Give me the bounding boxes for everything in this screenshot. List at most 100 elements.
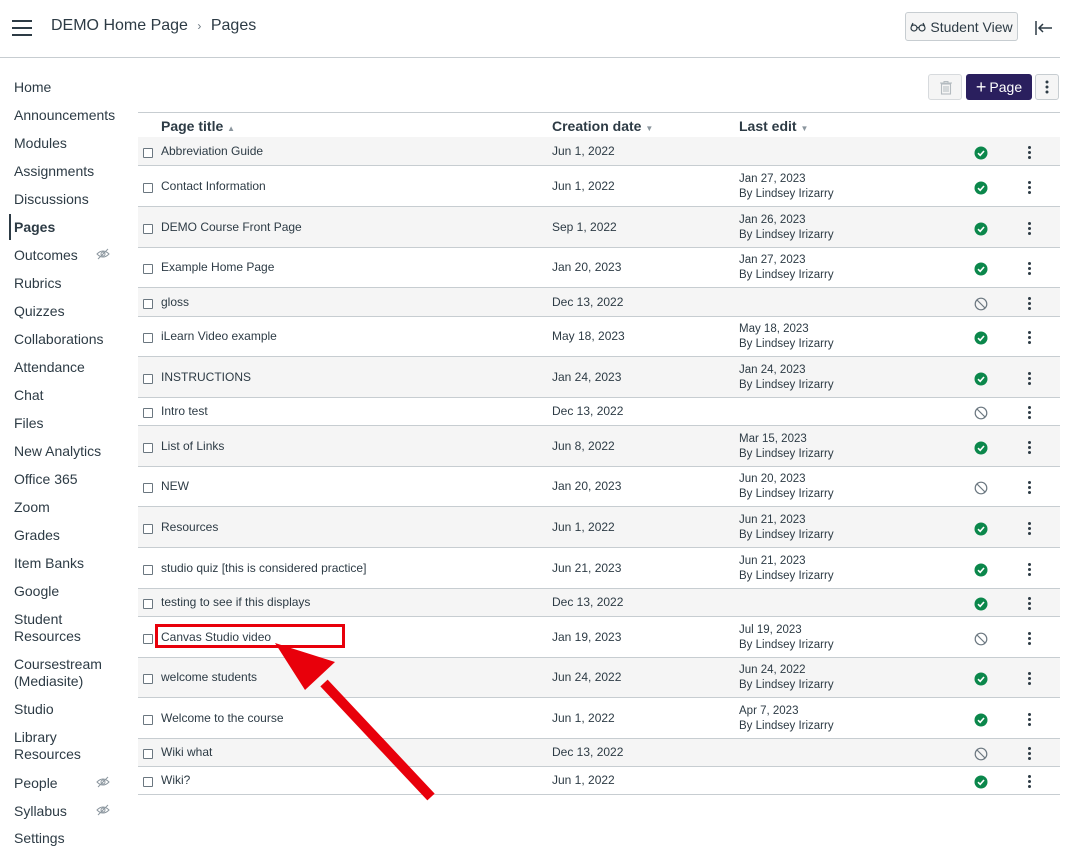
row-options-kebab-icon[interactable]	[1028, 440, 1032, 455]
page-title-link[interactable]: welcome students	[161, 670, 257, 684]
published-check-icon[interactable]	[974, 331, 988, 345]
row-checkbox[interactable]	[143, 182, 153, 193]
page-title-link[interactable]: Contact Information	[161, 179, 266, 193]
breadcrumb-course-link[interactable]: DEMO Home Page	[51, 17, 188, 34]
published-check-icon[interactable]	[974, 597, 988, 611]
sidebar-item[interactable]: Grades	[14, 527, 60, 544]
row-options-kebab-icon[interactable]	[1028, 221, 1032, 236]
page-title-link[interactable]: List of Links	[161, 439, 224, 453]
sidebar-item[interactable]: People	[14, 775, 58, 792]
row-options-kebab-icon[interactable]	[1028, 331, 1032, 345]
row-options-kebab-icon[interactable]	[1028, 481, 1032, 495]
row-options-kebab-icon[interactable]	[1028, 180, 1032, 195]
row-options-kebab-icon[interactable]	[1028, 406, 1032, 420]
column-last-edit[interactable]: Last edit ▼	[739, 118, 808, 134]
sidebar-item[interactable]: Attendance	[14, 359, 85, 376]
row-checkbox[interactable]	[143, 442, 153, 453]
row-checkbox[interactable]	[143, 483, 153, 493]
published-check-icon[interactable]	[974, 372, 988, 386]
sidebar-item[interactable]: Settings	[14, 830, 65, 847]
published-check-icon[interactable]	[974, 775, 988, 789]
row-checkbox[interactable]	[143, 223, 153, 234]
page-title-link[interactable]: Example Home Page	[161, 260, 274, 274]
sidebar-item[interactable]: Rubrics	[14, 275, 61, 292]
row-checkbox[interactable]	[143, 264, 153, 274]
sidebar-item[interactable]: Office 365	[14, 471, 78, 488]
row-options-kebab-icon[interactable]	[1028, 262, 1032, 276]
unpublished-icon[interactable]	[974, 406, 988, 420]
page-title-link[interactable]: INSTRUCTIONS	[161, 370, 251, 384]
row-checkbox[interactable]	[143, 523, 153, 534]
sidebar-item[interactable]: Google	[14, 583, 59, 600]
row-options-kebab-icon[interactable]	[1028, 145, 1032, 160]
published-check-icon[interactable]	[974, 181, 988, 195]
page-title-link[interactable]: Intro test	[161, 404, 208, 418]
row-checkbox[interactable]	[143, 674, 153, 684]
sidebar-item[interactable]: Library Resources	[14, 729, 81, 763]
row-checkbox[interactable]	[143, 333, 153, 343]
delete-pages-button[interactable]	[928, 74, 962, 100]
page-title-link[interactable]: Wiki what	[161, 745, 212, 759]
published-check-icon[interactable]	[974, 563, 988, 577]
sidebar-item[interactable]: Quizzes	[14, 303, 65, 320]
more-options-button[interactable]	[1035, 74, 1059, 100]
page-title-link[interactable]: NEW	[161, 479, 189, 493]
page-title-link[interactable]: iLearn Video example	[161, 329, 277, 343]
row-options-kebab-icon[interactable]	[1028, 296, 1032, 311]
sidebar-item[interactable]: Item Banks	[14, 555, 84, 572]
published-check-icon[interactable]	[974, 146, 988, 160]
published-check-icon[interactable]	[974, 222, 988, 236]
page-title-link[interactable]: DEMO Course Front Page	[161, 220, 302, 234]
sidebar-item[interactable]: Modules	[14, 135, 67, 152]
sidebar-item[interactable]: Assignments	[14, 163, 94, 180]
page-title-link[interactable]: studio quiz [this is considered practice…	[161, 561, 366, 575]
sidebar-item[interactable]: Announcements	[14, 107, 115, 124]
collapse-sidebar-icon[interactable]	[1034, 18, 1054, 38]
sidebar-item[interactable]: Outcomes	[14, 247, 78, 264]
row-checkbox[interactable]	[143, 777, 153, 787]
page-title-link[interactable]: Resources	[161, 520, 218, 534]
sidebar-item[interactable]: Student Resources	[14, 611, 81, 645]
row-options-kebab-icon[interactable]	[1028, 521, 1032, 536]
sidebar-item[interactable]: Home	[14, 79, 51, 96]
row-options-kebab-icon[interactable]	[1028, 631, 1032, 646]
row-checkbox[interactable]	[143, 408, 153, 418]
page-title-link[interactable]: Abbreviation Guide	[161, 144, 263, 158]
column-creation-date[interactable]: Creation date ▼	[552, 118, 653, 134]
add-page-button[interactable]: + Page	[966, 74, 1032, 100]
column-page-title[interactable]: Page title ▲	[161, 118, 235, 134]
sidebar-item[interactable]: Syllabus	[14, 803, 67, 820]
row-options-kebab-icon[interactable]	[1028, 597, 1032, 611]
row-checkbox[interactable]	[143, 749, 153, 759]
page-title-link[interactable]: testing to see if this displays	[161, 595, 310, 609]
page-title-link[interactable]: Welcome to the course	[161, 711, 284, 725]
sidebar-item[interactable]: Coursestream (Mediasite)	[14, 656, 102, 690]
published-check-icon[interactable]	[974, 522, 988, 536]
sidebar-item[interactable]: New Analytics	[14, 443, 101, 460]
sidebar-item[interactable]: Chat	[14, 387, 44, 404]
sidebar-item[interactable]: Collaborations	[14, 331, 104, 348]
row-options-kebab-icon[interactable]	[1028, 672, 1032, 686]
published-check-icon[interactable]	[974, 441, 988, 455]
row-checkbox[interactable]	[143, 714, 153, 725]
row-options-kebab-icon[interactable]	[1028, 747, 1032, 761]
published-check-icon[interactable]	[974, 713, 988, 727]
sidebar-item[interactable]: Zoom	[14, 499, 50, 516]
unpublished-icon[interactable]	[974, 297, 988, 311]
menu-icon[interactable]	[12, 20, 32, 36]
unpublished-icon[interactable]	[974, 632, 988, 646]
row-checkbox[interactable]	[143, 599, 153, 609]
row-checkbox[interactable]	[143, 373, 153, 384]
unpublished-icon[interactable]	[974, 481, 988, 495]
sidebar-item[interactable]: Pages	[14, 219, 55, 236]
sidebar-item[interactable]: Studio	[14, 701, 54, 718]
unpublished-icon[interactable]	[974, 747, 988, 761]
sidebar-item[interactable]: Files	[14, 415, 44, 432]
row-checkbox[interactable]	[143, 298, 153, 309]
sidebar-item[interactable]: Discussions	[14, 191, 89, 208]
row-options-kebab-icon[interactable]	[1028, 712, 1032, 727]
row-checkbox[interactable]	[143, 147, 153, 158]
published-check-icon[interactable]	[974, 262, 988, 276]
row-options-kebab-icon[interactable]	[1028, 775, 1032, 789]
page-title-link[interactable]: gloss	[161, 295, 189, 309]
